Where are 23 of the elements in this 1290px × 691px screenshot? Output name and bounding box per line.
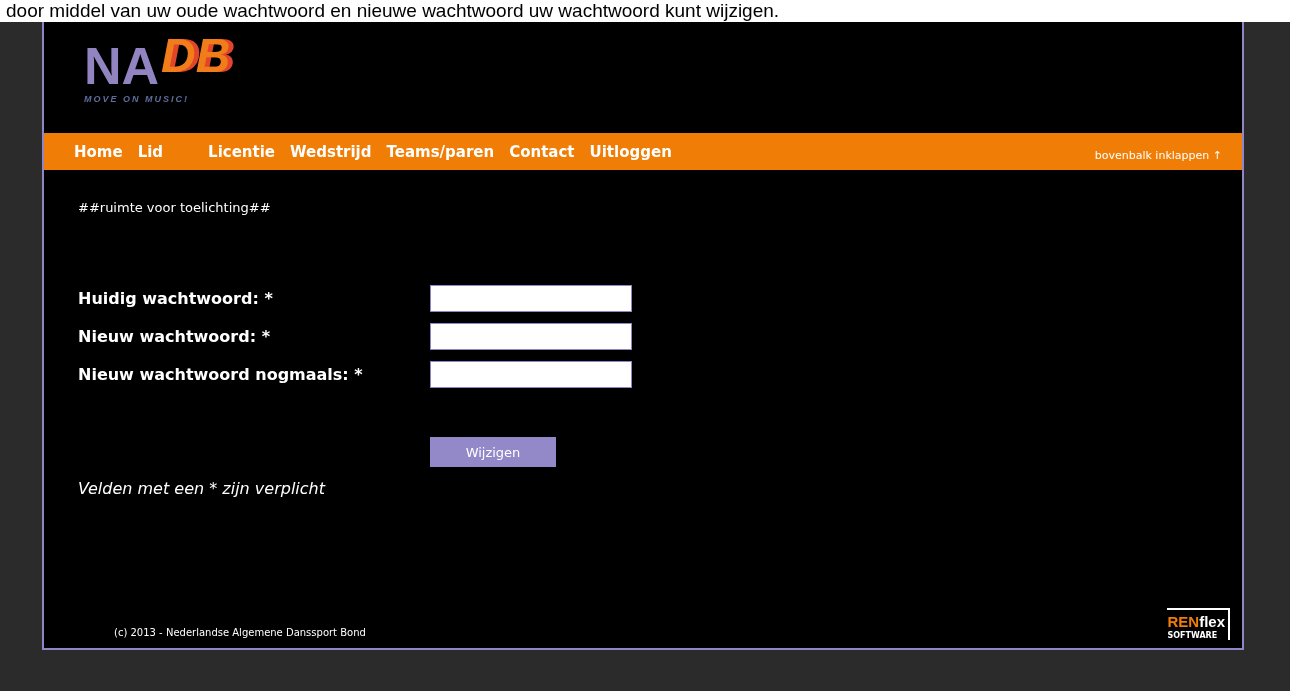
password-field[interactable] [430,284,632,312]
nav-link[interactable]: Lid [137,142,164,161]
field-label: Nieuw wachtwoord: * [78,326,271,346]
password-field[interactable] [430,360,632,388]
nav-link[interactable]: Licentie [208,142,276,161]
nav-link[interactable]: Uitloggen [589,142,672,161]
nav-link[interactable]: Contact [509,142,575,161]
nav-link[interactable]: Wedstrijd [290,142,372,161]
logo-tagline: MOVE ON MUSIC! [84,94,190,104]
intro-text: door middel van uw oude wachtwoord en nieuwe wachtwoord uw wachtwoord kunt wijzigen. [0,0,1290,22]
nav-link[interactable]: Teams/paren [386,142,495,161]
logo-letters: DB [161,32,231,80]
copyright-text: (c) 2013 - Nederlandse Algemene Danssport Bond [114,627,366,640]
field-label: Nieuw wachtwoord nogmaals: * [78,364,364,384]
nav-link[interactable]: Home [74,142,123,161]
logo-letters: NA [84,40,160,92]
explanation-text: ##ruimte voor toelichting## [78,200,272,215]
field-label: Huidig wachtwoord: * [78,288,274,308]
collapse-link[interactable]: bovenbalk inklappen ↑ [1094,141,1222,162]
submit-button[interactable]: Wijzigen [430,437,556,467]
required-note: Velden met een * zijn verplicht [78,479,327,498]
vendor-logo: RENflex SOFTWARE [1167,608,1230,640]
password-field[interactable] [430,322,632,350]
